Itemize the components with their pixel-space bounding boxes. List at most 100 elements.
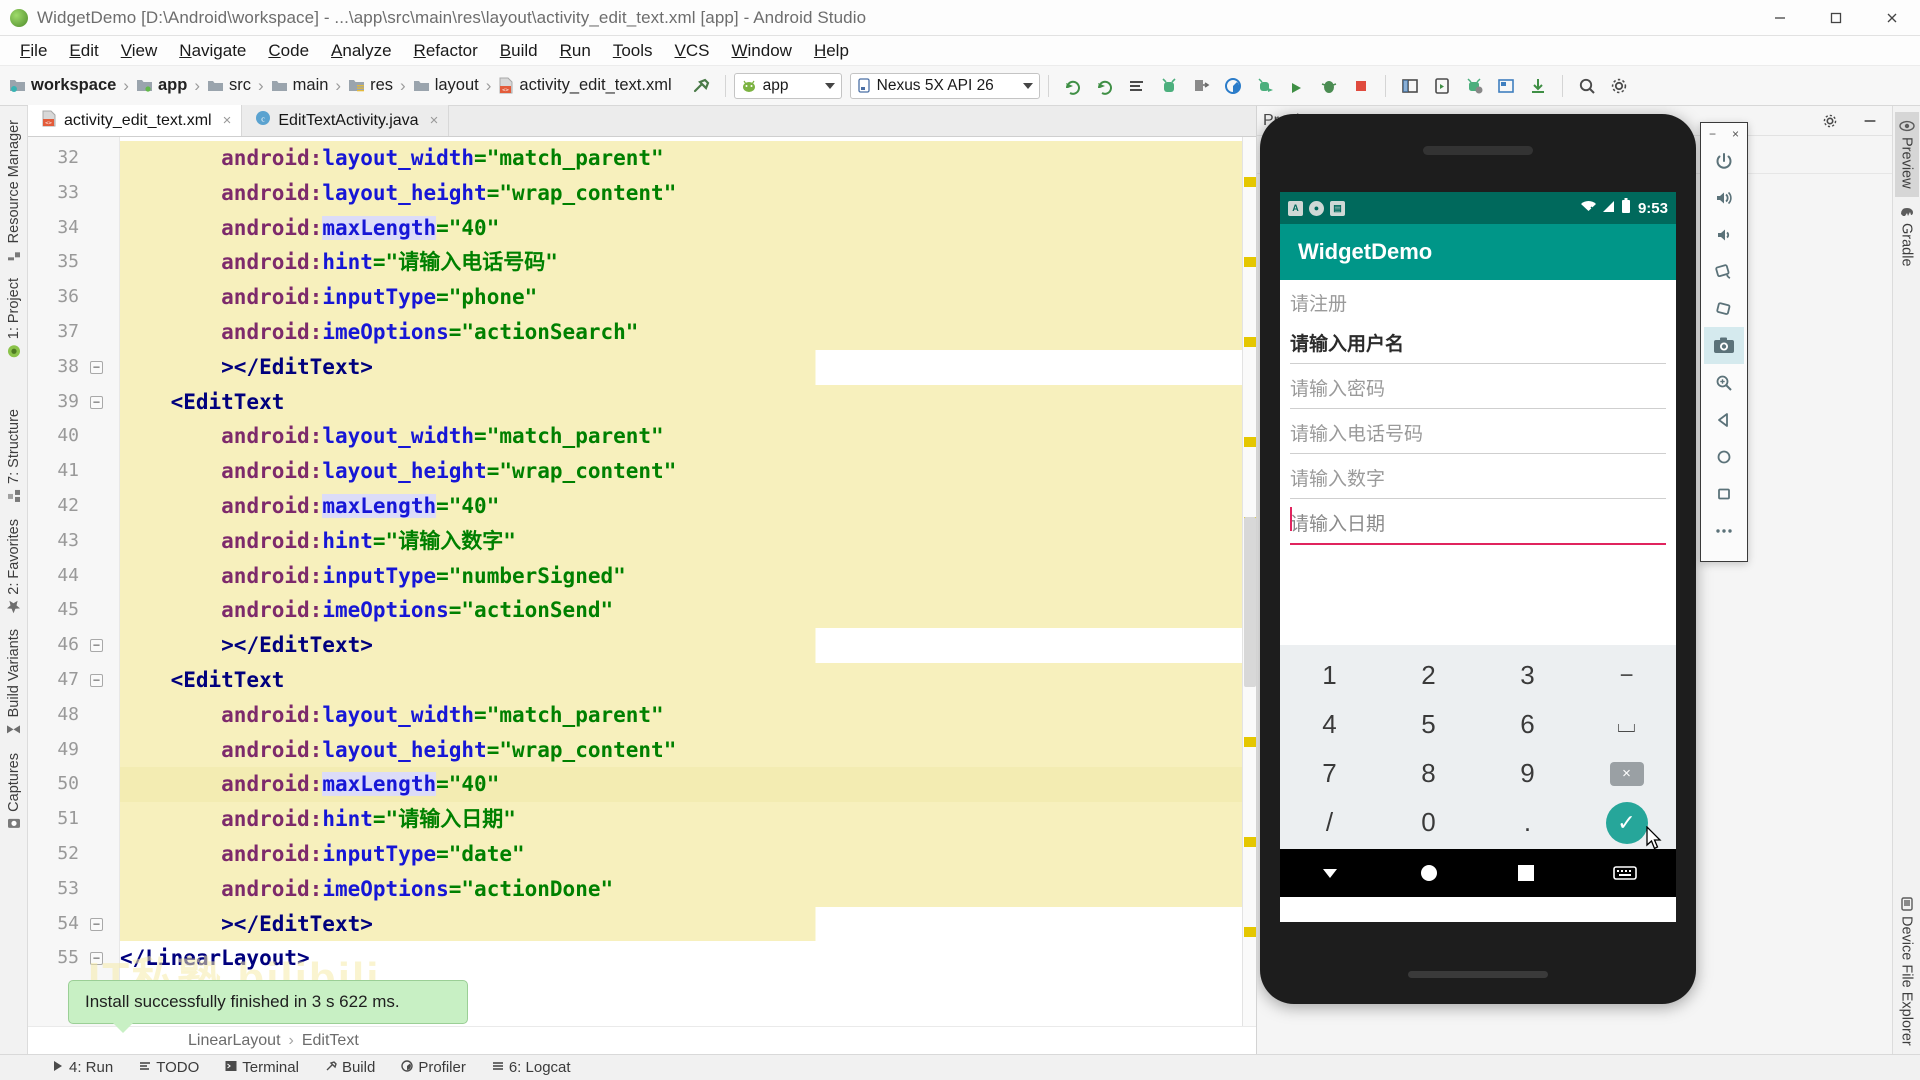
code-fold-toggle[interactable]: − [90, 674, 103, 687]
tool-window-device-file-explorer[interactable]: Device File Explorer [1895, 889, 1919, 1054]
breadcrumb-activity-edit-text-xml[interactable]: <> activity_edit_text.xml [495, 76, 674, 95]
layout-inspector-icon[interactable] [1490, 71, 1522, 101]
project-structure-icon[interactable] [1394, 71, 1426, 101]
rotate-left-icon[interactable] [1704, 253, 1744, 290]
menu-refactor[interactable]: Refactor [403, 39, 489, 63]
key-5[interactable]: 5 [1379, 700, 1478, 749]
run-configuration-selector[interactable]: app [733, 72, 842, 99]
preview-settings-gear-icon[interactable] [1814, 106, 1846, 136]
menu-analyze[interactable]: Analyze [320, 39, 402, 63]
back-triangle-icon[interactable] [1704, 401, 1744, 438]
sdk-manager-icon[interactable] [1458, 71, 1490, 101]
power-icon[interactable] [1704, 142, 1744, 179]
menu-edit[interactable]: Edit [58, 39, 109, 63]
back-down-arrow-icon[interactable] [1319, 865, 1341, 881]
key-1[interactable]: 1 [1280, 651, 1379, 700]
key-3[interactable]: 3 [1478, 651, 1577, 700]
edit-text-field-4[interactable]: 请输入数字 [1290, 454, 1666, 499]
rotate-right-icon[interactable] [1704, 290, 1744, 327]
code-line[interactable]: <EditText [120, 662, 1242, 698]
code-line[interactable]: android:maxLength="40" [120, 488, 1242, 524]
numeric-keyboard[interactable]: 1 2 3 − 4 5 6 ⌴ 7 8 9 × / 0. ✓ [1280, 645, 1676, 849]
key-.[interactable]: . [1478, 798, 1577, 847]
code-line[interactable]: android:layout_width="match_parent" [120, 419, 1242, 455]
code-scroll-area[interactable]: android:layout_width="match_parent" andr… [120, 137, 1242, 1026]
tool-window-preview[interactable]: Preview [1894, 112, 1919, 197]
status-bar-build[interactable]: Build [325, 1059, 375, 1076]
code-line[interactable]: ></EditText> [120, 628, 1242, 663]
menu-help[interactable]: Help [803, 39, 860, 63]
avd-manager-icon[interactable] [1121, 71, 1153, 101]
key-9[interactable]: 9 [1478, 749, 1577, 798]
download-updates-icon[interactable] [1522, 71, 1554, 101]
menu-build[interactable]: Build [489, 39, 549, 63]
code-line[interactable]: android:layout_height="wrap_content" [120, 732, 1242, 768]
breadcrumb-res[interactable]: res [345, 76, 396, 95]
device-selector[interactable]: Nexus 5X API 26 [849, 72, 1040, 99]
make-project-hammer-icon[interactable] [685, 71, 717, 101]
code-line[interactable]: android:layout_height="wrap_content" [120, 454, 1242, 489]
code-fold-toggle[interactable]: − [90, 360, 103, 374]
tool-window-2-favorites[interactable]: 2: Favorites [2, 511, 26, 622]
menu-file[interactable]: File [9, 39, 58, 63]
settings-gear-icon[interactable] [1603, 71, 1635, 101]
status-bar-4-run[interactable]: 4: Run [52, 1059, 113, 1076]
home-circle-icon[interactable] [1419, 863, 1439, 883]
breadcrumb-app[interactable]: app [133, 76, 190, 95]
editor-tab-close-icon[interactable]: × [430, 112, 439, 129]
keyboard-switch-icon[interactable] [1613, 865, 1637, 881]
breadcrumb-edittext[interactable]: EditText [302, 1032, 359, 1050]
key-done[interactable]: ✓ [1577, 798, 1676, 847]
breadcrumb-workspace[interactable]: workspace [6, 76, 119, 95]
minimize-button[interactable] [1752, 0, 1808, 36]
screenshot-camera-icon[interactable] [1704, 327, 1744, 364]
code-line[interactable]: android:imeOptions="actionDone" [120, 871, 1242, 907]
overview-square-icon[interactable] [1704, 475, 1744, 512]
code-line[interactable]: android:layout_width="match_parent" [120, 697, 1242, 733]
edit-text-field-3[interactable]: 请输入电话号码 [1290, 409, 1666, 454]
recents-square-icon[interactable] [1517, 864, 1535, 882]
code-line[interactable]: android:inputType="phone" [120, 280, 1242, 315]
code-line[interactable]: android:imeOptions="actionSearch" [120, 314, 1242, 350]
tool-window-resource-manager[interactable]: Resource Manager [2, 112, 26, 270]
key-space[interactable]: ⌴ [1577, 700, 1676, 749]
key-delete[interactable]: × [1577, 749, 1676, 798]
key-sym[interactable]: − [1577, 651, 1676, 700]
tool-window-build-variants[interactable]: Build Variants [2, 621, 26, 744]
editor-tab-activity-edit-text-xml[interactable]: <> activity_edit_text.xml × [28, 105, 243, 136]
preview-minimize-icon[interactable] [1854, 106, 1886, 136]
breadcrumb-linearlayout[interactable]: LinearLayout [188, 1032, 281, 1050]
tool-window-7-structure[interactable]: 7: Structure [2, 401, 26, 511]
code-line[interactable]: ></EditText> [120, 349, 1242, 385]
code-line[interactable]: android:inputType="date" [120, 836, 1242, 872]
code-fold-toggle[interactable]: − [90, 395, 103, 409]
sync-project-gradle-icon[interactable] [1057, 71, 1089, 101]
home-circle-icon[interactable] [1704, 438, 1744, 475]
menu-run[interactable]: Run [549, 39, 602, 63]
avd-device-manager-icon[interactable] [1426, 71, 1458, 101]
menu-navigate[interactable]: Navigate [168, 39, 257, 63]
code-line[interactable]: android:layout_height="wrap_content" [120, 175, 1242, 211]
tool-window-1-project[interactable]: 1: Project [2, 270, 26, 366]
edit-text-field-1[interactable]: 请输入用户名 [1290, 319, 1666, 364]
editor-marker-scrollbar[interactable] [1242, 137, 1256, 1026]
menu-window[interactable]: Window [720, 39, 802, 63]
editor-tab-close-icon[interactable]: × [223, 112, 232, 129]
sync-gradle-files-icon[interactable] [1089, 71, 1121, 101]
maximize-button[interactable] [1808, 0, 1864, 36]
breadcrumb-src[interactable]: src [204, 76, 254, 95]
search-everywhere-icon[interactable] [1571, 71, 1603, 101]
stop-icon[interactable] [1345, 71, 1377, 101]
code-line[interactable]: android:maxLength="40" [120, 210, 1242, 246]
menu-tools[interactable]: Tools [602, 39, 664, 63]
key-0[interactable]: 0 [1379, 798, 1478, 847]
breadcrumb-layout[interactable]: layout [410, 76, 482, 95]
menu-code[interactable]: Code [257, 39, 320, 63]
sdk-manager-android-icon[interactable] [1153, 71, 1185, 101]
status-bar-terminal[interactable]: Terminal [225, 1059, 299, 1076]
profiler-icon[interactable] [1217, 71, 1249, 101]
code-fold-toggle[interactable]: − [90, 639, 103, 653]
emulator-minimize-button[interactable]: − [1709, 127, 1716, 141]
breadcrumb-main[interactable]: main [268, 76, 332, 95]
key-8[interactable]: 8 [1379, 749, 1478, 798]
